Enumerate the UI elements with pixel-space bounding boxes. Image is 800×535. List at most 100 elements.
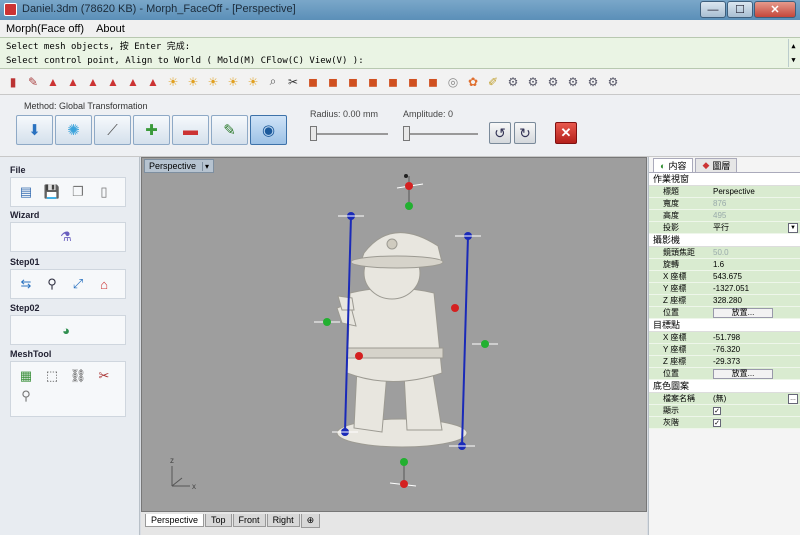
- page-icon[interactable]: ▯: [93, 182, 115, 202]
- green-handle[interactable]: [481, 340, 489, 348]
- tab-perspective[interactable]: Perspective: [145, 514, 205, 527]
- light-icon[interactable]: ☀: [164, 73, 182, 91]
- wand-tool-button[interactable]: ✎: [211, 115, 248, 145]
- place-button[interactable]: 放置...: [713, 308, 773, 318]
- tab-top[interactable]: Top: [205, 514, 232, 527]
- align-icon[interactable]: ⇆: [15, 274, 37, 294]
- copy-icon[interactable]: ❐: [67, 182, 89, 202]
- open-icon[interactable]: ▤: [15, 182, 37, 202]
- amplitude-slider[interactable]: [403, 126, 410, 141]
- checkbox[interactable]: ✓: [713, 419, 721, 427]
- scale-icon[interactable]: ⤢: [67, 274, 89, 294]
- cancel-button[interactable]: ✕: [555, 122, 577, 144]
- brush-icon[interactable]: ⚲: [15, 386, 37, 406]
- red-handle[interactable]: [400, 480, 408, 488]
- command-line-2[interactable]: Select control point, Align to World ( M…: [6, 54, 800, 68]
- maximize-button[interactable]: ☐: [727, 1, 753, 18]
- brush-icon[interactable]: ✎: [24, 73, 42, 91]
- blob-tool-button[interactable]: ✺: [55, 115, 92, 145]
- render-icon[interactable]: ▲: [64, 73, 82, 91]
- property-value[interactable]: 495: [707, 210, 800, 221]
- add-tool-button[interactable]: ✚: [133, 115, 170, 145]
- green-handle[interactable]: [405, 202, 413, 210]
- more-icon[interactable]: …: [788, 394, 798, 404]
- color-icon[interactable]: ✿: [464, 73, 482, 91]
- pen-icon[interactable]: ✐: [484, 73, 502, 91]
- green-handle[interactable]: [400, 458, 408, 466]
- property-value[interactable]: 328.280: [707, 295, 800, 306]
- property-value[interactable]: 放置...: [707, 307, 800, 318]
- property-value[interactable]: -51.798: [707, 332, 800, 343]
- property-value[interactable]: 平行 ▼: [707, 222, 800, 233]
- place-button[interactable]: 放置...: [713, 369, 773, 379]
- perspective-viewport[interactable]: Perspective ▾ z x: [141, 157, 647, 512]
- tab-front[interactable]: Front: [232, 514, 266, 527]
- zoom-icon[interactable]: ⌕: [264, 73, 282, 91]
- minimize-button[interactable]: —: [700, 1, 726, 18]
- property-section-header[interactable]: 目標點: [649, 319, 800, 332]
- dropdown-icon[interactable]: ▼: [788, 223, 798, 233]
- line-tool-button[interactable]: ⟋: [94, 115, 131, 145]
- paint-icon[interactable]: ◼: [384, 73, 402, 91]
- select-icon[interactable]: ⬚: [41, 366, 63, 386]
- render-icon[interactable]: ▲: [124, 73, 142, 91]
- paint-icon[interactable]: ◼: [304, 73, 322, 91]
- property-value[interactable]: -1327.051: [707, 283, 800, 294]
- render-icon[interactable]: ▲: [104, 73, 122, 91]
- tool-icon[interactable]: ⚙: [584, 73, 602, 91]
- paint-icon[interactable]: ◼: [404, 73, 422, 91]
- tool-icon[interactable]: ⚙: [564, 73, 582, 91]
- file-icon[interactable]: ▮: [4, 73, 22, 91]
- checkbox[interactable]: ✓: [713, 407, 721, 415]
- light-icon[interactable]: ☀: [244, 73, 262, 91]
- property-section-header[interactable]: 作業視窗: [649, 173, 800, 186]
- weld-icon[interactable]: ⛓: [67, 366, 89, 386]
- property-value[interactable]: (無)…: [707, 393, 800, 404]
- wizard-icon[interactable]: ⚗: [55, 227, 77, 247]
- tab-right[interactable]: Right: [266, 514, 300, 527]
- property-value[interactable]: 1.6: [707, 259, 800, 270]
- figurine-model[interactable]: [336, 232, 468, 448]
- red-handle[interactable]: [355, 352, 363, 360]
- red-handle[interactable]: [405, 182, 413, 190]
- light-icon[interactable]: ☀: [184, 73, 202, 91]
- menu-about[interactable]: About: [96, 23, 125, 35]
- property-value[interactable]: Perspective: [707, 186, 800, 197]
- cut-icon[interactable]: ✂: [284, 73, 302, 91]
- property-value[interactable]: 放置...: [707, 368, 800, 379]
- radius-slider[interactable]: [310, 126, 317, 141]
- undo-button[interactable]: ↺: [489, 122, 511, 144]
- property-value[interactable]: ✓: [707, 417, 800, 428]
- pin-tool-button[interactable]: ⬇: [16, 115, 53, 145]
- render-icon[interactable]: ▲: [144, 73, 162, 91]
- property-value[interactable]: 543.675: [707, 271, 800, 282]
- morph-icon[interactable]: ◕: [55, 320, 77, 340]
- property-section-header[interactable]: 底色圖案: [649, 380, 800, 393]
- mesh-icon[interactable]: ▦: [15, 366, 37, 386]
- property-section-header[interactable]: 攝影機: [649, 234, 800, 247]
- redo-button[interactable]: ↻: [514, 122, 536, 144]
- green-handle[interactable]: [323, 318, 331, 326]
- paint-icon[interactable]: ◼: [364, 73, 382, 91]
- property-value[interactable]: ✓: [707, 405, 800, 416]
- global-transform-button[interactable]: ◉: [250, 115, 287, 145]
- paint-icon[interactable]: ◼: [324, 73, 342, 91]
- tool-icon[interactable]: ⚙: [524, 73, 542, 91]
- render-icon[interactable]: ▲: [44, 73, 62, 91]
- paint-icon[interactable]: ◼: [424, 73, 442, 91]
- repair-icon[interactable]: ✂: [93, 366, 115, 386]
- close-button[interactable]: ✕: [754, 1, 796, 18]
- property-value[interactable]: 50.0: [707, 247, 800, 258]
- light-icon[interactable]: ☀: [204, 73, 222, 91]
- property-value[interactable]: 876: [707, 198, 800, 209]
- tool-icon[interactable]: ⚙: [604, 73, 622, 91]
- paint-icon[interactable]: ◼: [344, 73, 362, 91]
- add-viewport-tab[interactable]: ⊕: [300, 514, 321, 528]
- light-icon[interactable]: ☀: [224, 73, 242, 91]
- tool-icon[interactable]: ⚙: [544, 73, 562, 91]
- command-scrollbar[interactable]: ▲ ▼: [788, 39, 798, 67]
- tab-properties[interactable]: ◐ 内容: [653, 158, 694, 172]
- target-icon[interactable]: ◎: [444, 73, 462, 91]
- tool-icon[interactable]: ⚙: [504, 73, 522, 91]
- save-icon[interactable]: 💾: [41, 182, 63, 202]
